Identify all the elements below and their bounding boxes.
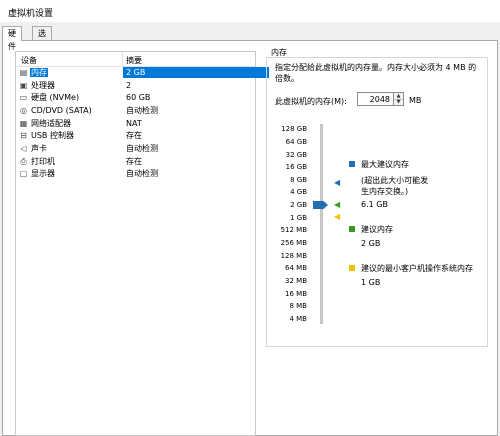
- recommended-legend-swatch: [349, 226, 355, 232]
- tab-hardware[interactable]: 硬件: [2, 26, 22, 51]
- device-list-header: 设备 摘要: [16, 52, 255, 67]
- scale-label: 2 GB: [290, 201, 307, 209]
- device-row-hard-disk[interactable]: ▭ 硬盘 (NVMe) 60 GB: [16, 92, 255, 103]
- tab-options[interactable]: 选项: [32, 26, 52, 51]
- scale-label: 128 GB: [281, 125, 307, 133]
- max-recommended-marker-icon: ◀: [334, 178, 341, 187]
- recommended-legend-title: 建议内存: [361, 225, 393, 234]
- scale-label: 4 MB: [289, 315, 307, 323]
- scale-label: 32 MB: [285, 277, 307, 285]
- column-header-device[interactable]: 设备: [21, 55, 37, 66]
- device-row-usb-controller[interactable]: ⊟ USB 控制器 存在: [16, 130, 255, 141]
- device-name: 网络适配器: [31, 119, 71, 128]
- scale-label: 32 GB: [285, 151, 307, 159]
- scale-label: 64 MB: [285, 264, 307, 272]
- minimum-legend-swatch: [349, 265, 355, 271]
- device-row-printer[interactable]: ⎙ 打印机 存在: [16, 156, 255, 167]
- scale-label: 16 GB: [285, 163, 307, 171]
- sound-icon: ◁: [20, 144, 27, 153]
- minimum-legend-value: 1 GB: [361, 278, 381, 287]
- device-row-processor[interactable]: ▣ 处理器 2: [16, 80, 255, 91]
- scale-label: 256 MB: [280, 239, 307, 247]
- device-summary: 2: [126, 81, 132, 90]
- device-row-display[interactable]: ▢ 显示器 自动检测: [16, 168, 255, 179]
- memory-unit-label: MB: [409, 96, 422, 105]
- memory-size-input[interactable]: 2048: [357, 92, 394, 106]
- usb-icon: ⊟: [20, 131, 27, 140]
- scale-label: 4 GB: [290, 188, 307, 196]
- device-name: 内存: [30, 68, 48, 77]
- window-title: 虚拟机设置: [8, 9, 54, 19]
- device-row-cdrom[interactable]: ◎ CD/DVD (SATA) 自动检测: [16, 105, 255, 116]
- device-summary: 自动检测: [126, 106, 158, 115]
- device-row-sound-card[interactable]: ◁ 声卡 自动检测: [16, 143, 255, 154]
- minimum-legend-title: 建议的最小客户机操作系统内存: [361, 264, 473, 273]
- column-divider[interactable]: [122, 52, 123, 66]
- recommended-legend-value: 2 GB: [361, 239, 381, 248]
- memory-slider-track[interactable]: [320, 124, 323, 324]
- memory-description: 指定分配给此虚拟机的内存量。内存大小必须为 4 MB 的倍数。: [275, 63, 477, 83]
- memory-field-label: 此虚拟机的内存(M):: [275, 97, 347, 106]
- scale-label: 16 MB: [285, 290, 307, 298]
- display-icon: ▢: [19, 169, 28, 178]
- device-name: 打印机: [31, 157, 55, 166]
- device-summary: 自动检测: [126, 169, 158, 178]
- column-header-summary[interactable]: 摘要: [126, 55, 142, 66]
- device-name: 处理器: [31, 81, 55, 90]
- device-name: 声卡: [31, 144, 47, 153]
- max-legend-note: (超出此大小可能发生内存交换。): [361, 176, 429, 196]
- title-bar: 虚拟机设置: [0, 0, 500, 22]
- device-name: 显示器: [31, 169, 55, 178]
- scale-label: 8 MB: [289, 302, 307, 310]
- device-name: 硬盘 (NVMe): [31, 93, 80, 102]
- scale-label: 8 GB: [290, 176, 307, 184]
- device-summary: NAT: [126, 119, 142, 128]
- max-legend-swatch: [349, 161, 355, 167]
- printer-icon: ⎙: [20, 157, 27, 166]
- cpu-icon: ▣: [19, 81, 28, 90]
- network-icon: ▦: [19, 119, 28, 128]
- device-row-network-adapter[interactable]: ▦ 网络适配器 NAT: [16, 118, 255, 129]
- device-summary: 存在: [126, 157, 142, 166]
- minimum-marker-icon: ◀: [334, 212, 341, 221]
- recommended-marker-icon: ◀: [334, 200, 341, 209]
- scale-label: 512 MB: [280, 226, 307, 234]
- device-row-memory[interactable]: ▤ 内存 2 GB: [16, 67, 269, 78]
- device-name: CD/DVD (SATA): [31, 106, 92, 115]
- disk-icon: ▭: [19, 93, 28, 102]
- max-legend-value: 6.1 GB: [361, 200, 388, 209]
- scale-label: 128 MB: [280, 252, 307, 260]
- spin-down-icon[interactable]: ▼: [394, 99, 403, 105]
- cdrom-icon: ◎: [20, 106, 27, 115]
- device-list[interactable]: 设备 摘要 ▤ 内存 2 GB ▣ 处理器 2 ▭ 硬盘 (NVMe) 60 G…: [15, 51, 269, 436]
- scale-label: 1 GB: [290, 214, 307, 222]
- device-name: USB 控制器: [31, 131, 74, 140]
- device-summary: 60 GB: [126, 93, 151, 102]
- max-legend-title: 最大建议内存: [361, 160, 409, 169]
- memory-icon: ▤: [19, 68, 28, 77]
- device-summary: 存在: [126, 131, 142, 140]
- memory-spinner[interactable]: ▲ ▼: [394, 92, 404, 106]
- device-summary: 2 GB: [126, 68, 146, 77]
- device-summary: 自动检测: [126, 144, 158, 153]
- scale-label: 64 GB: [285, 138, 307, 146]
